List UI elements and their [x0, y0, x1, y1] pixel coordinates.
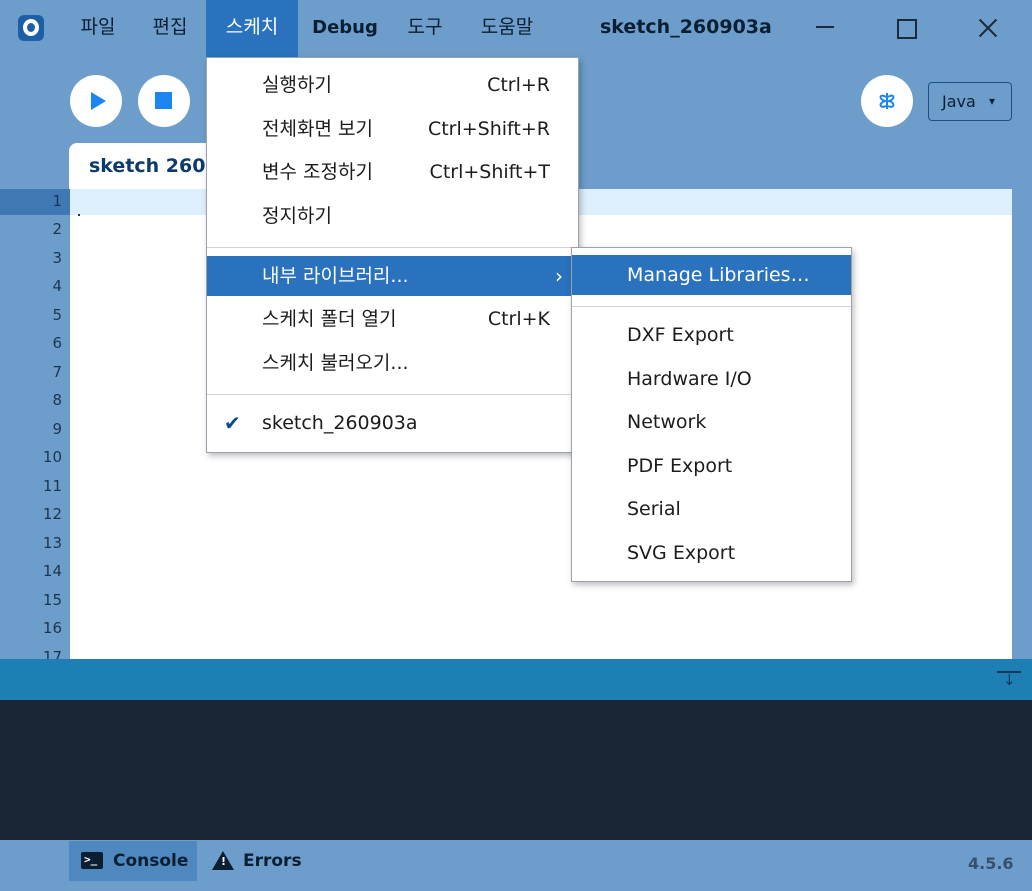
line-number: 17 [42, 648, 62, 659]
menu-item-shortcut: Ctrl+K [487, 308, 550, 330]
menu-item-label: 스케치 불러오기... [262, 352, 409, 374]
menu-item-label: PDF Export [627, 455, 733, 477]
menu-item-label: Network [627, 411, 707, 433]
menu-edit[interactable]: 편집 [136, 0, 204, 57]
line-number: 9 [52, 420, 62, 438]
console-tab-label: Console [113, 851, 189, 871]
errors-tab-label: Errors [243, 851, 302, 871]
menu-debug[interactable]: Debug [302, 0, 388, 57]
menu-item-stop[interactable]: 정지하기 [207, 196, 578, 236]
close-button[interactable] [973, 14, 1003, 44]
menu-item-library[interactable]: SVG Export [572, 533, 851, 573]
line-number: 12 [42, 505, 62, 523]
chevron-down-icon: ▾ [989, 94, 996, 108]
console-header [0, 659, 1032, 700]
processing-logo-icon[interactable] [18, 15, 44, 41]
line-number: 2 [52, 220, 62, 238]
menu-tools[interactable]: 도구 [392, 0, 458, 57]
menu-item-library[interactable]: Hardware I/O [572, 359, 851, 399]
menu-item-label: 스케치 폴더 열기 [262, 308, 397, 330]
status-bar: Console Errors 4.5.6 [0, 840, 1032, 891]
menu-sketch[interactable]: 스케치 [206, 0, 298, 57]
terminal-icon [81, 840, 103, 880]
menu-item-label: 실행하기 [262, 74, 332, 96]
processing-window: 파일 편집 스케치 Debug 도구 도움말 sketch_260903a Ja… [0, 0, 1032, 891]
scroll-to-bottom-icon[interactable] [997, 671, 1021, 691]
errors-tab[interactable]: Errors [210, 841, 320, 881]
tab-sketch[interactable]: sketch 260903a [69, 143, 219, 189]
menu-item-show-sketch-folder[interactable]: 스케치 폴더 열기 Ctrl+K [207, 299, 578, 339]
menu-help[interactable]: 도움말 [462, 0, 552, 57]
menu-item-add-file[interactable]: 스케치 불러오기... [207, 343, 578, 383]
menu-item-manage-libraries[interactable]: Manage Libraries… [572, 255, 851, 295]
line-number: 7 [52, 363, 62, 381]
checkmark-icon: ✔ [224, 411, 241, 435]
version-label: 4.5.6 [968, 854, 1014, 873]
menu-separator [207, 247, 578, 248]
menu-separator [572, 306, 851, 307]
menu-item-library[interactable]: Serial [572, 489, 851, 529]
line-number-gutter: 1 2 3 4 5 6 7 8 9 10 11 12 13 14 15 16 1… [0, 189, 70, 659]
mode-selector[interactable]: Java ▾ [928, 82, 1012, 121]
library-submenu: Manage Libraries… DXF Export Hardware I/… [571, 247, 852, 582]
menu-item-label: 전체화면 보기 [262, 118, 373, 140]
mode-label: Java [942, 92, 976, 111]
sketch-menu-dropdown: 실행하기 Ctrl+R 전체화면 보기 Ctrl+Shift+R 변수 조정하기… [206, 57, 579, 453]
menu-item-label: SVG Export [627, 542, 736, 564]
line-number: 8 [52, 391, 62, 409]
menu-item-label: 정지하기 [262, 205, 332, 227]
menu-separator [207, 394, 578, 395]
menu-item-shortcut: Ctrl+Shift+T [429, 161, 550, 183]
menu-item-label: sketch_260903a [262, 412, 418, 434]
console-tab[interactable]: Console [69, 840, 197, 881]
menu-item-library[interactable]: Network [572, 402, 851, 442]
menu-item-present[interactable]: 전체화면 보기 Ctrl+Shift+R [207, 109, 578, 149]
menu-item-import-library[interactable]: 내부 라이브러리... › [207, 256, 578, 296]
debugger-button[interactable] [861, 75, 913, 127]
title-bar: 파일 편집 스케치 Debug 도구 도움말 sketch_260903a [0, 0, 1032, 57]
line-number: 1 [52, 192, 62, 210]
menu-item-label: 변수 조정하기 [262, 161, 373, 183]
menu-item-label: 내부 라이브러리... [262, 265, 409, 287]
menu-item-shortcut: Ctrl+Shift+R [427, 118, 550, 140]
text-caret [78, 214, 80, 216]
run-button[interactable] [70, 75, 122, 127]
warning-icon [212, 851, 234, 870]
line-number: 14 [42, 562, 62, 580]
menu-item-label: DXF Export [627, 324, 734, 346]
menu-item-library[interactable]: PDF Export [572, 446, 851, 486]
line-number: 6 [52, 334, 62, 352]
menu-item-library[interactable]: DXF Export [572, 315, 851, 355]
line-number: 5 [52, 306, 62, 324]
line-number: 3 [52, 249, 62, 267]
line-number: 13 [42, 534, 62, 552]
menu-item-sketch-tab[interactable]: ✔ sketch_260903a [207, 403, 578, 443]
menu-item-label: Hardware I/O [627, 368, 752, 390]
maximize-button[interactable] [890, 14, 920, 44]
line-number: 16 [42, 619, 62, 637]
line-number: 10 [42, 448, 62, 466]
window-title: sketch_260903a [600, 16, 772, 38]
line-number: 11 [42, 477, 62, 495]
menu-item-shortcut: Ctrl+R [487, 74, 550, 96]
minimize-button[interactable] [812, 14, 842, 44]
menu-file[interactable]: 파일 [64, 0, 132, 57]
menu-item-run[interactable]: 실행하기 Ctrl+R [207, 65, 578, 105]
console-output[interactable] [0, 700, 1032, 840]
menu-item-label: Serial [627, 498, 681, 520]
menu-item-tweak[interactable]: 변수 조정하기 Ctrl+Shift+T [207, 152, 578, 192]
stop-button[interactable] [138, 75, 190, 127]
menu-item-label: Manage Libraries… [627, 264, 810, 286]
chevron-right-icon: › [555, 264, 563, 288]
butterfly-icon [879, 93, 895, 109]
line-number: 4 [52, 277, 62, 295]
line-number: 15 [42, 591, 62, 609]
